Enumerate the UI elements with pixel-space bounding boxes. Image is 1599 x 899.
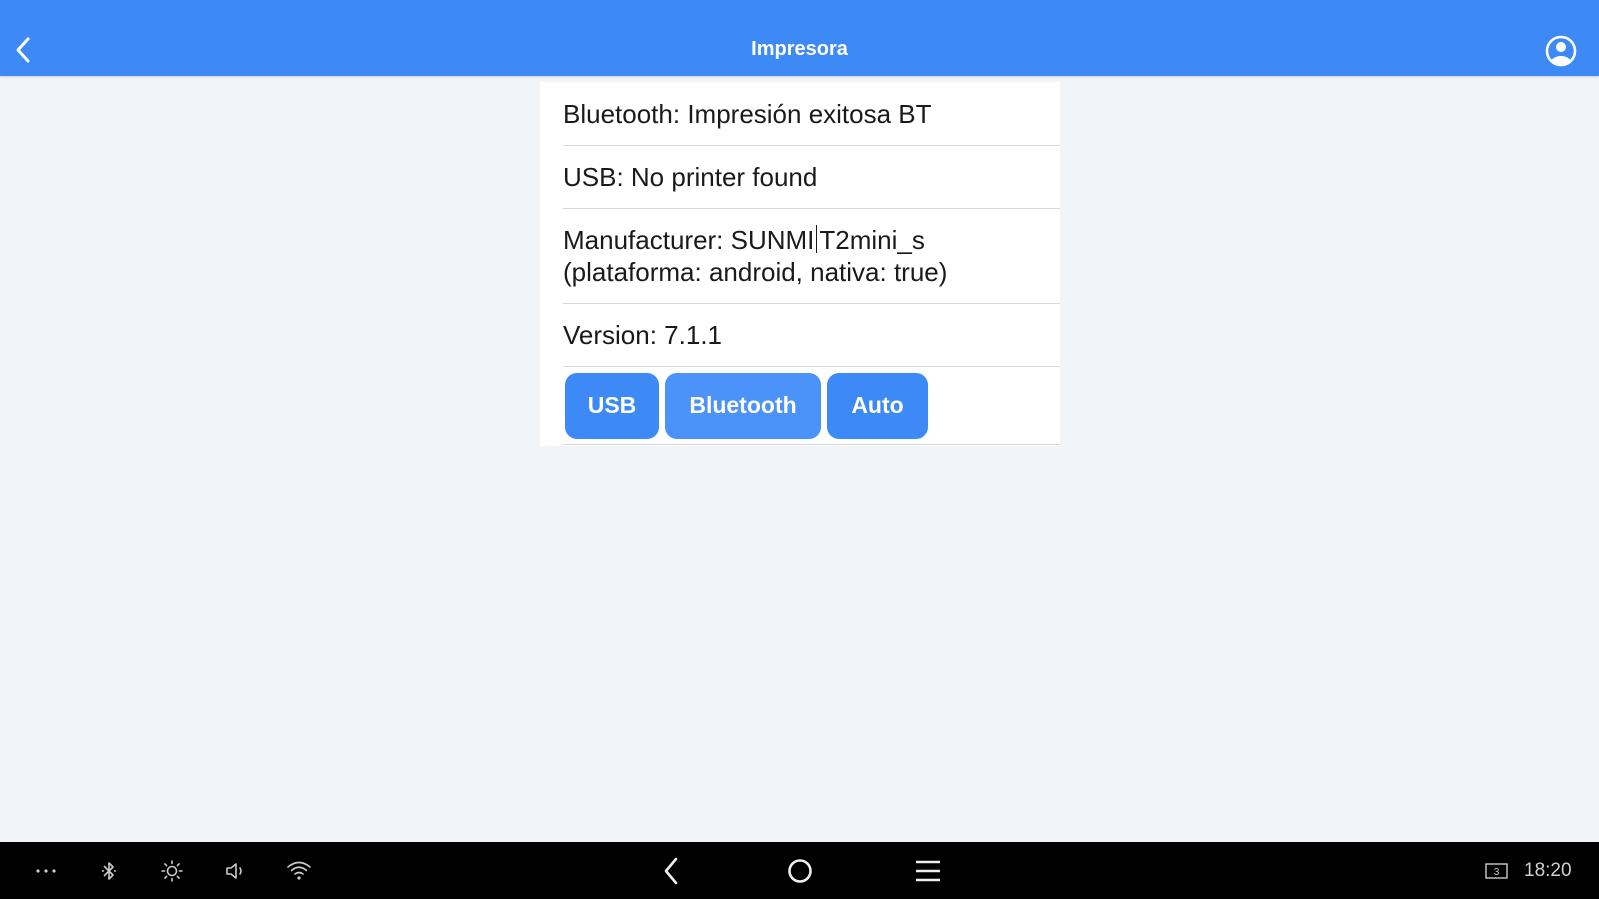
volume-control[interactable] bbox=[222, 842, 250, 899]
usb-status: USB: No printer found bbox=[563, 146, 1060, 209]
manufacturer-model: T2mini_s bbox=[819, 225, 925, 255]
auto-button[interactable]: Auto bbox=[827, 372, 928, 439]
volume-icon bbox=[226, 862, 242, 879]
printer-mode-buttons: USB Bluetooth Auto bbox=[563, 367, 1060, 445]
home-icon bbox=[788, 858, 812, 883]
version-info: Version: 7.1.1 bbox=[563, 304, 1060, 367]
wifi-icon bbox=[287, 861, 311, 880]
notification-button[interactable]: 3 bbox=[1484, 842, 1510, 899]
bluetooth-icon bbox=[102, 861, 116, 880]
app-bar: Impresora bbox=[0, 0, 1599, 76]
printer-info-card: Bluetooth: Impresión exitosa BT USB: No … bbox=[540, 82, 1060, 446]
notification-count: 3 bbox=[1494, 867, 1500, 878]
manufacturer-prefix: Manufacturer: SUNMI bbox=[563, 225, 815, 255]
platform-info: (plataforma: android, nativa: true) bbox=[563, 257, 948, 287]
separator-bar bbox=[816, 225, 818, 253]
menu-icon bbox=[916, 860, 940, 881]
usb-button[interactable]: USB bbox=[565, 372, 659, 439]
brightness-control[interactable] bbox=[158, 842, 186, 899]
wifi-control[interactable] bbox=[284, 842, 314, 899]
more-button[interactable] bbox=[32, 842, 60, 899]
account-circle-icon bbox=[1545, 35, 1577, 67]
system-navigation-bar: 3 18:20 bbox=[0, 842, 1599, 899]
notification-count-icon: 3 bbox=[1485, 862, 1508, 879]
clock: 18:20 bbox=[1524, 860, 1572, 881]
brightness-icon bbox=[161, 859, 183, 882]
bluetooth-button[interactable]: Bluetooth bbox=[665, 372, 821, 439]
nav-menu-button[interactable] bbox=[912, 842, 944, 899]
nav-back-button[interactable] bbox=[656, 842, 686, 899]
bluetooth-toggle[interactable] bbox=[96, 842, 122, 899]
page-title: Impresora bbox=[751, 38, 848, 60]
manufacturer-info: Manufacturer: SUNMI T2mini_s (plataforma:… bbox=[563, 209, 1060, 304]
bluetooth-status: Bluetooth: Impresión exitosa BT bbox=[563, 82, 1060, 146]
profile-button[interactable] bbox=[1544, 34, 1578, 68]
more-icon bbox=[36, 868, 56, 873]
nav-home-button[interactable] bbox=[784, 842, 816, 899]
back-icon bbox=[664, 857, 678, 884]
